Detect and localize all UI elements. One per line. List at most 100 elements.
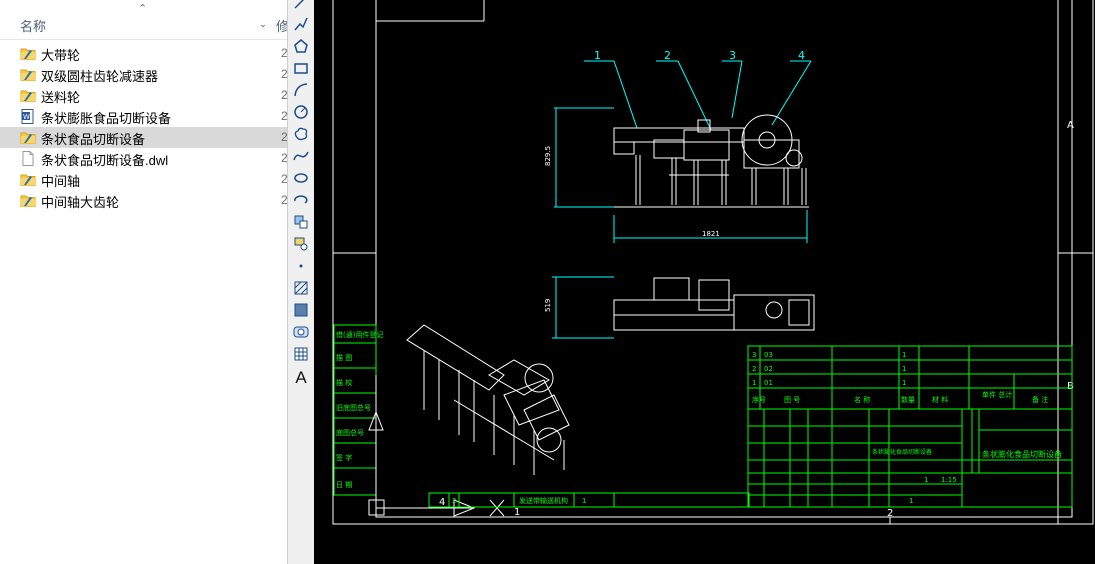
- ellipse-arc-tool-button[interactable]: [290, 192, 312, 212]
- side-table-label: 底图总号: [336, 428, 364, 437]
- svg-text:2: 2: [452, 497, 456, 505]
- file-name: 中间轴: [41, 174, 81, 189]
- front-elevation-view: [613, 114, 809, 208]
- hatch-tool-button[interactable]: [290, 280, 312, 300]
- file-name: 条状食品切断设备: [41, 132, 146, 147]
- sheet-inner-frame: [375, 0, 1073, 518]
- bottom-strip-table: [428, 492, 750, 508]
- file-list-item[interactable]: 中间轴大齿轮 2: [0, 190, 287, 211]
- ellipse-tool-button[interactable]: [290, 170, 312, 190]
- make-block-tool-button[interactable]: [290, 236, 312, 256]
- file-list-item[interactable]: 大带轮 2: [0, 43, 287, 64]
- plan-view: [613, 277, 815, 331]
- bom-row-qty: 1: [902, 351, 906, 359]
- zone-label-2: 2: [887, 508, 893, 519]
- file-name: 大带轮: [41, 48, 81, 63]
- region-tool-button[interactable]: [290, 324, 312, 344]
- circle-icon: [293, 105, 309, 124]
- file-list-item[interactable]: 双级圆柱齿轮减速器 2: [0, 64, 287, 85]
- arc-icon: [293, 83, 309, 102]
- bom-row-no: 1: [752, 379, 756, 387]
- drawing-sheet: A B 1 2 4 借(通)用件登记描 图描 校旧底图总号底图总号签 字日 期 …: [332, 0, 1094, 525]
- file-name: 条状膨胀食品切断设备: [41, 111, 172, 126]
- bom-header-note: 备 注: [1032, 395, 1048, 404]
- balloon-2: 2: [664, 49, 671, 62]
- revision-cloud-tool-button[interactable]: [290, 126, 312, 146]
- table-tool-button[interactable]: [290, 346, 312, 366]
- file-name: 条状食品切断设备.dwl: [41, 153, 169, 168]
- bom-header-code: 图 号: [784, 396, 800, 404]
- bom-row-qty: 1: [902, 365, 906, 373]
- file-list-item[interactable]: 中间轴 2: [0, 169, 287, 190]
- insert-block-tool-button[interactable]: [290, 214, 312, 234]
- folder-icon: [20, 46, 36, 61]
- bom-header-name: 名 称: [854, 395, 870, 404]
- folder-icon: [20, 172, 36, 187]
- file-list-item[interactable]: W 条状膨胀食品切断设备 2: [0, 106, 287, 127]
- table-icon: [293, 347, 309, 366]
- insert-block-icon: [293, 215, 309, 234]
- balloon-4: 4: [798, 49, 805, 62]
- folder-icon: [20, 193, 36, 208]
- dim-height-text: 829.5: [544, 146, 552, 166]
- drawing-scale: 1:15: [941, 476, 957, 484]
- ellipse-arc-icon: [293, 195, 309, 212]
- file-explorer-pane: ⌃ 名称 ⌄ 修 大带轮 2 双级圆柱齿轮减速器 2 送料轮 2 W 条状膨胀食品切断设备 2 条…: [0, 0, 287, 564]
- drawing-title-small: 条状膨化食品切断设备: [872, 448, 932, 456]
- hatch-icon: [293, 281, 309, 300]
- draw-toolbar: A: [287, 0, 315, 564]
- bom-row-code: 01: [764, 379, 773, 387]
- circle-tool-button[interactable]: [290, 104, 312, 124]
- dim-width-text: 1821: [702, 230, 720, 238]
- rectangle-icon: [293, 63, 309, 80]
- dimension-lines: [552, 60, 812, 339]
- side-table-label: 旧底图总号: [336, 403, 371, 412]
- side-table-label: 描 图: [336, 353, 352, 362]
- revision-cloud-icon: [293, 127, 309, 146]
- file-name: 送料轮: [41, 90, 81, 105]
- drawing-title: 条状膨化食品切断设备: [982, 449, 1062, 459]
- dim-plan-height-text: 519: [544, 299, 552, 312]
- file-name: 双级圆柱齿轮减速器: [41, 69, 159, 84]
- bom-row-code: 03: [764, 351, 773, 359]
- column-header-row: ⌃ 名称 ⌄ 修: [0, 3, 287, 40]
- polygon-tool-button[interactable]: [290, 38, 312, 58]
- rectangle-tool-button[interactable]: [290, 60, 312, 80]
- file-icon: [20, 151, 36, 166]
- bom-header-qty: 数量: [901, 395, 915, 404]
- zone-label-4: 4: [439, 497, 445, 508]
- point-icon: [293, 261, 309, 278]
- svg-text:1: 1: [582, 497, 586, 505]
- bom-row-no: 3: [752, 351, 756, 359]
- file-name: 中间轴大齿轮: [41, 195, 120, 210]
- file-list-item[interactable]: 条状食品切断设备.dwl 2: [0, 148, 287, 169]
- word-document-icon: W: [20, 109, 36, 124]
- column-dropdown-icon[interactable]: ⌄: [256, 15, 270, 33]
- arc-tool-button[interactable]: [290, 82, 312, 102]
- bom-row-no: 2: [752, 365, 756, 373]
- spline-tool-button[interactable]: [290, 148, 312, 168]
- folder-icon: [20, 88, 36, 103]
- balloon-1: 1: [594, 49, 601, 62]
- balloon-3: 3: [729, 49, 736, 62]
- cad-drawing-canvas[interactable]: A B 1 2 4 借(通)用件登记描 图描 校旧底图总号 底图总号签 字日 期 …: [314, 0, 1095, 564]
- folder-icon: [20, 67, 36, 82]
- column-header-modified[interactable]: 修: [276, 16, 287, 35]
- gradient-tool-button[interactable]: [290, 302, 312, 322]
- sheet-count: 1: [924, 476, 928, 484]
- line-tool-button[interactable]: [290, 0, 312, 14]
- zone-label-a: A: [1067, 120, 1074, 131]
- file-list-item[interactable]: 条状食品切断设备 2: [0, 127, 287, 148]
- spline-icon: [293, 151, 309, 168]
- file-list-item[interactable]: 送料轮 2: [0, 85, 287, 106]
- column-header-name[interactable]: 名称: [20, 16, 46, 35]
- region-icon: [293, 326, 309, 344]
- side-table-label: 签 字: [336, 453, 352, 462]
- bom-header-weight: 单件 总计: [982, 390, 1012, 399]
- ellipse-icon: [293, 173, 309, 190]
- polyline-icon: [293, 17, 309, 36]
- multiline-text-tool-button[interactable]: A: [290, 368, 312, 388]
- polyline-tool-button[interactable]: [290, 16, 312, 36]
- point-tool-button[interactable]: [290, 258, 312, 278]
- zone-label-1: 1: [514, 507, 520, 518]
